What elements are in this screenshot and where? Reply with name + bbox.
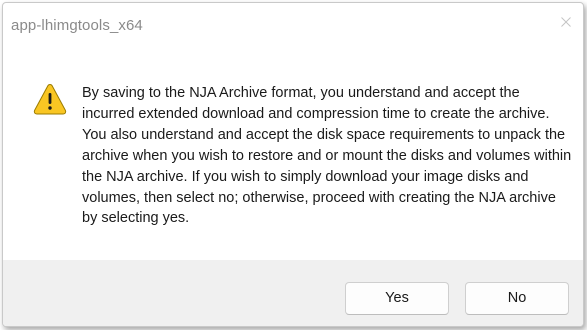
title-bar: app-lhimgtools_x64: [3, 3, 583, 45]
warning-icon: [33, 83, 67, 115]
yes-button[interactable]: Yes: [345, 282, 449, 315]
window-title: app-lhimgtools_x64: [11, 17, 143, 34]
dialog-content: By saving to the NJA Archive format, you…: [3, 45, 583, 260]
close-button[interactable]: [543, 3, 583, 43]
no-button[interactable]: No: [465, 282, 569, 315]
confirm-dialog: app-lhimgtools_x64 By saving to the NJA …: [2, 2, 584, 327]
button-bar: Yes No: [3, 260, 583, 326]
dialog-message: By saving to the NJA Archive format, you…: [82, 85, 572, 227]
close-icon: [561, 17, 571, 27]
